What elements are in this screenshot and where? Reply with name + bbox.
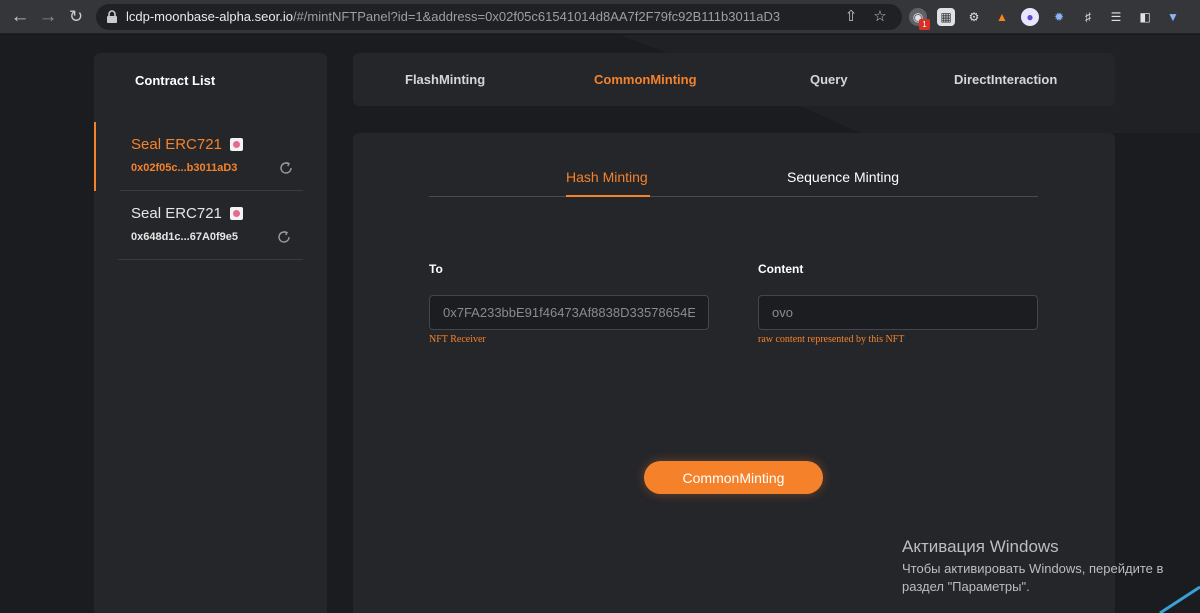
tab-common-minting[interactable]: CommonMinting	[594, 72, 697, 87]
polkadot-extension-icon[interactable]: ✹	[1050, 8, 1068, 26]
contract-name: Seal ERC721	[131, 136, 222, 153]
watermark-line: раздел "Параметры".	[902, 579, 1030, 594]
watermark-title: Активация Windows	[902, 537, 1059, 556]
divider	[118, 259, 303, 260]
dapp-page: Contract List Seal ERC721 0x02f05c...b30…	[0, 35, 1200, 613]
subtab-sequence-minting[interactable]: Sequence Minting	[787, 169, 899, 185]
minting-mode-nav: FlashMinting CommonMinting Query DirectI…	[353, 53, 1115, 106]
puzzle-extensions-icon[interactable]: ♯	[1079, 8, 1097, 26]
common-minting-button[interactable]: CommonMinting	[644, 461, 823, 494]
tab-direct-interaction[interactable]: DirectInteraction	[954, 72, 1057, 87]
contract-item[interactable]: Seal ERC721 0x648d1c...67A0f9e5	[94, 191, 327, 260]
windows-activation-watermark: Активация Windows Чтобы активировать Win…	[902, 537, 1163, 596]
contract-list-title: Contract List	[135, 73, 216, 88]
contract-item[interactable]: Seal ERC721 0x02f05c...b3011aD3	[94, 122, 327, 191]
extension-badge: 1	[919, 19, 930, 30]
gear-extension-icon[interactable]: ⚙	[965, 8, 983, 26]
tab-query[interactable]: Query	[810, 72, 848, 87]
subtabs-divider	[429, 196, 1038, 197]
nft-badge-icon	[230, 138, 243, 151]
active-subtab-indicator	[566, 195, 650, 197]
to-address-input[interactable]	[429, 295, 709, 330]
refresh-icon[interactable]	[278, 160, 294, 176]
subtab-hash-minting[interactable]: Hash Minting	[566, 169, 648, 185]
wallet-extension-icon[interactable]: ●	[1021, 8, 1039, 26]
address-bar[interactable]: lcdp-moonbase-alpha.seor.io/#/mintNFTPan…	[96, 4, 902, 30]
contract-address: 0x02f05c...b3011aD3	[131, 162, 238, 174]
bookmark-star-icon[interactable]: ☆	[871, 8, 889, 26]
refresh-icon[interactable]	[276, 229, 292, 245]
metamask-fox-icon[interactable]: ▲	[993, 8, 1011, 26]
reload-icon[interactable]: ↻	[64, 5, 88, 29]
content-input[interactable]	[758, 295, 1038, 330]
nft-badge-icon	[230, 207, 243, 220]
forward-arrow-icon[interactable]: →	[36, 5, 60, 29]
to-hint: NFT Receiver	[429, 334, 486, 345]
contract-name: Seal ERC721	[131, 205, 222, 222]
contract-list-panel: Contract List Seal ERC721 0x02f05c...b30…	[94, 53, 327, 613]
tab-flash-minting[interactable]: FlashMinting	[405, 72, 485, 87]
profile-icon[interactable]: ▼	[1164, 8, 1182, 26]
lock-icon[interactable]	[106, 10, 118, 24]
contract-address: 0x648d1c...67A0f9e5	[131, 231, 239, 243]
side-panel-icon[interactable]: ◧	[1136, 8, 1154, 26]
to-label: To	[429, 262, 443, 276]
url-text[interactable]: lcdp-moonbase-alpha.seor.io/#/mintNFTPan…	[126, 9, 780, 24]
content-hint: raw content represented by this NFT	[758, 334, 905, 345]
share-icon[interactable]: ⇧	[842, 8, 860, 26]
media-list-icon[interactable]: ☰	[1107, 8, 1125, 26]
watermark-line: Чтобы активировать Windows, перейдите в	[902, 561, 1164, 576]
back-arrow-icon[interactable]: ←	[8, 5, 32, 29]
notes-extension-icon[interactable]: ▦	[937, 8, 955, 26]
content-label: Content	[758, 262, 804, 276]
browser-toolbar: ← → ↻ lcdp-moonbase-alpha.seor.io/#/mint…	[0, 0, 1200, 34]
